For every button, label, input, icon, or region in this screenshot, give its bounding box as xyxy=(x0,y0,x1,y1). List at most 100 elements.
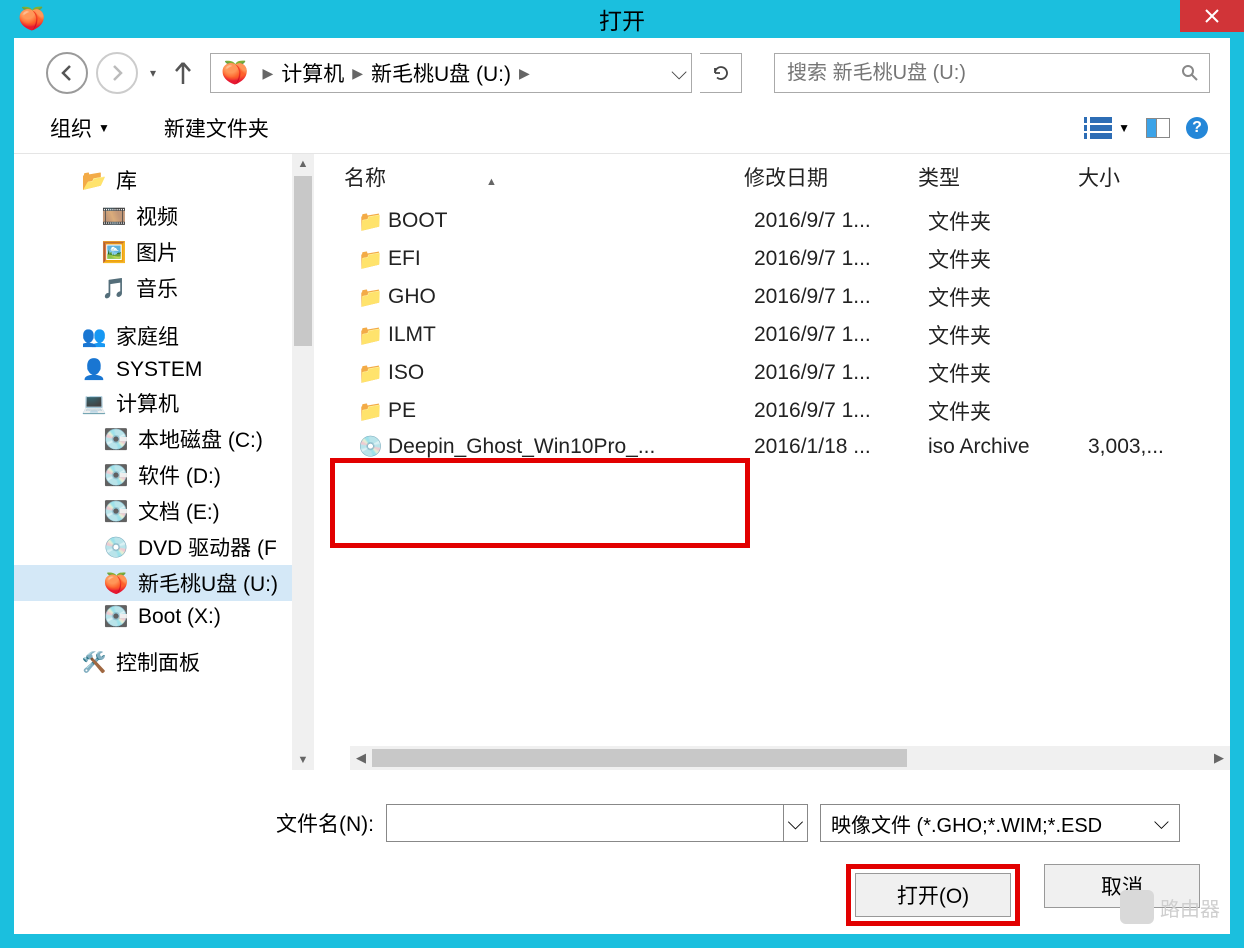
search-input[interactable] xyxy=(785,61,1181,86)
chevron-right-icon: ▶ xyxy=(262,65,273,82)
scroll-left-icon[interactable]: ◀ xyxy=(350,750,372,766)
location-icon: 🍑 xyxy=(221,60,248,86)
close-button[interactable] xyxy=(1180,0,1244,32)
header-date[interactable]: 修改日期 xyxy=(744,162,918,192)
file-name: ILMT xyxy=(388,323,754,347)
file-row[interactable]: 📁PE2016/9/7 1...文件夹 xyxy=(358,392,1230,430)
arrow-up-icon xyxy=(172,60,194,86)
file-name: ISO xyxy=(388,361,754,385)
view-icon xyxy=(1084,117,1112,139)
file-date: 2016/9/7 1... xyxy=(754,361,928,385)
file-name: Deepin_Ghost_Win10Pro_... xyxy=(388,435,754,459)
file-row[interactable]: 📁ISO2016/9/7 1...文件夹 xyxy=(358,354,1230,392)
organize-button[interactable]: 组织 xyxy=(50,113,92,143)
computer-icon: 💻 xyxy=(82,391,106,416)
file-icon: 📁 xyxy=(358,209,388,234)
filetype-label: 映像文件 (*.GHO;*.WIM;*.ESD xyxy=(831,809,1102,838)
scroll-thumb[interactable] xyxy=(294,176,312,346)
nav-row: ▾ 🍑 ▶ 计算机 ▶ 新毛桃U盘 (U:) ▶ ⌵ xyxy=(14,38,1230,102)
close-icon xyxy=(1204,8,1220,24)
address-dropdown[interactable]: ⌵ xyxy=(671,61,687,85)
picture-icon: 🖼️ xyxy=(102,240,126,265)
file-name: GHO xyxy=(388,285,754,309)
header-size[interactable]: 大小 xyxy=(1078,162,1178,192)
video-icon: 🎞️ xyxy=(102,204,126,229)
refresh-icon xyxy=(712,64,730,82)
file-date: 2016/9/7 1... xyxy=(754,285,928,309)
sidebar-item-videos[interactable]: 🎞️视频 xyxy=(14,198,314,234)
sidebar: 📂库 🎞️视频 🖼️图片 🎵音乐 👥家庭组 👤SYSTEM 💻计算机 💽本地磁盘… xyxy=(14,154,314,770)
file-row[interactable]: 📁BOOT2016/9/7 1...文件夹 xyxy=(358,202,1230,240)
toolbar: 组织 ▼ 新建文件夹 ▼ ? xyxy=(14,102,1230,154)
chevron-right-icon: ▶ xyxy=(352,65,363,82)
sidebar-scrollbar[interactable]: ▲ ▼ xyxy=(292,154,314,770)
sidebar-item-drive-c[interactable]: 💽本地磁盘 (C:) xyxy=(14,421,314,457)
file-type: 文件夹 xyxy=(928,396,1088,426)
sidebar-item-drive-d[interactable]: 💽软件 (D:) xyxy=(14,457,314,493)
sidebar-item-boot[interactable]: 💽Boot (X:) xyxy=(14,601,314,632)
history-dropdown[interactable]: ▾ xyxy=(150,66,156,80)
view-button[interactable]: ▼ xyxy=(1084,117,1130,139)
filename-input[interactable] xyxy=(386,804,784,842)
scroll-right-icon[interactable]: ▶ xyxy=(1208,750,1230,766)
new-folder-button[interactable]: 新建文件夹 xyxy=(164,113,269,143)
hscroll-thumb[interactable] xyxy=(372,749,907,767)
file-row[interactable]: 📁ILMT2016/9/7 1...文件夹 xyxy=(358,316,1230,354)
search-box[interactable] xyxy=(774,53,1210,93)
file-type: 文件夹 xyxy=(928,358,1088,388)
file-date: 2016/1/18 ... xyxy=(754,435,928,459)
filename-label: 文件名(N): xyxy=(276,808,374,838)
organize-dropdown[interactable]: ▼ xyxy=(98,121,110,135)
forward-button[interactable] xyxy=(96,52,138,94)
bottom-section: 文件名(N): ⌵ 映像文件 (*.GHO;*.WIM;*.ESD ⌵ 打开(O… xyxy=(14,770,1230,946)
file-row[interactable]: 📁EFI2016/9/7 1...文件夹 xyxy=(358,240,1230,278)
file-row[interactable]: 💿Deepin_Ghost_Win10Pro_...2016/1/18 ...i… xyxy=(358,430,1230,463)
sidebar-item-drive-e[interactable]: 💽文档 (E:) xyxy=(14,493,314,529)
preview-pane-button[interactable] xyxy=(1146,118,1170,138)
up-button[interactable] xyxy=(172,60,194,86)
library-icon: 📂 xyxy=(82,168,106,193)
homegroup-icon: 👥 xyxy=(82,324,106,349)
sidebar-item-library[interactable]: 📂库 xyxy=(14,162,314,198)
filename-dropdown[interactable]: ⌵ xyxy=(784,804,808,842)
drive-icon: 💽 xyxy=(104,463,128,488)
file-date: 2016/9/7 1... xyxy=(754,209,928,233)
back-button[interactable] xyxy=(46,52,88,94)
address-bar[interactable]: 🍑 ▶ 计算机 ▶ 新毛桃U盘 (U:) ▶ ⌵ xyxy=(210,53,692,93)
titlebar: 🍑 打开 xyxy=(0,0,1244,38)
sidebar-item-homegroup[interactable]: 👥家庭组 xyxy=(14,318,314,354)
file-list-area: 名称▲ 修改日期 类型 大小 📁BOOT2016/9/7 1...文件夹📁EFI… xyxy=(314,154,1230,770)
music-icon: 🎵 xyxy=(102,276,126,301)
sidebar-item-pictures[interactable]: 🖼️图片 xyxy=(14,234,314,270)
sidebar-item-dvd[interactable]: 💿DVD 驱动器 (F xyxy=(14,529,314,565)
sidebar-item-computer[interactable]: 💻计算机 xyxy=(14,385,314,421)
refresh-button[interactable] xyxy=(700,53,742,93)
scroll-up-icon[interactable]: ▲ xyxy=(292,154,314,174)
header-name[interactable]: 名称▲ xyxy=(344,162,744,192)
open-button[interactable]: 打开(O) xyxy=(855,873,1011,917)
file-icon: 📁 xyxy=(358,247,388,272)
file-icon: 📁 xyxy=(358,323,388,348)
help-button[interactable]: ? xyxy=(1186,117,1208,139)
dvd-icon: 💿 xyxy=(104,535,128,560)
file-type: iso Archive xyxy=(928,435,1088,459)
sidebar-item-control-panel[interactable]: 🛠️控制面板 xyxy=(14,644,314,680)
column-headers: 名称▲ 修改日期 类型 大小 xyxy=(314,154,1230,202)
horizontal-scrollbar[interactable]: ◀ ▶ xyxy=(350,746,1230,770)
file-date: 2016/9/7 1... xyxy=(754,323,928,347)
header-type[interactable]: 类型 xyxy=(918,162,1078,192)
filetype-select[interactable]: 映像文件 (*.GHO;*.WIM;*.ESD ⌵ xyxy=(820,804,1180,842)
crumb-drive[interactable]: 新毛桃U盘 (U:) xyxy=(371,58,511,88)
sidebar-item-system[interactable]: 👤SYSTEM xyxy=(14,354,314,385)
drive-icon: 💽 xyxy=(104,499,128,524)
user-icon: 👤 xyxy=(82,357,106,382)
file-row[interactable]: 📁GHO2016/9/7 1...文件夹 xyxy=(358,278,1230,316)
file-date: 2016/9/7 1... xyxy=(754,247,928,271)
scroll-down-icon[interactable]: ▼ xyxy=(292,750,314,770)
control-panel-icon: 🛠️ xyxy=(82,650,106,675)
sidebar-item-music[interactable]: 🎵音乐 xyxy=(14,270,314,306)
watermark-icon xyxy=(1120,890,1154,924)
file-icon: 📁 xyxy=(358,361,388,386)
sidebar-item-usb[interactable]: 🍑新毛桃U盘 (U:) xyxy=(14,565,314,601)
crumb-computer[interactable]: 计算机 xyxy=(281,58,344,88)
